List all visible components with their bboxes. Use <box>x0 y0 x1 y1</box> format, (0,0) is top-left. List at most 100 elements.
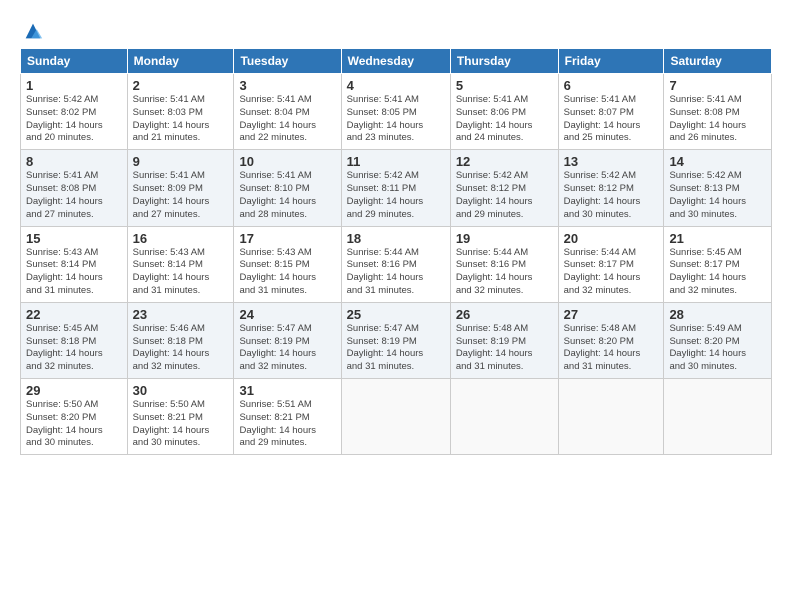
day-info: Sunrise: 5:48 AMSunset: 8:19 PMDaylight:… <box>456 323 553 374</box>
day-cell-29: 29Sunrise: 5:50 AMSunset: 8:20 PMDayligh… <box>21 379 128 455</box>
day-number: 30 <box>133 383 229 398</box>
day-number: 7 <box>669 78 766 93</box>
day-number: 6 <box>564 78 659 93</box>
day-cell-8: 8Sunrise: 5:41 AMSunset: 8:08 PMDaylight… <box>21 150 128 226</box>
day-cell-10: 10Sunrise: 5:41 AMSunset: 8:10 PMDayligh… <box>234 150 341 226</box>
weekday-header-thursday: Thursday <box>450 49 558 74</box>
day-cell-4: 4Sunrise: 5:41 AMSunset: 8:05 PMDaylight… <box>341 74 450 150</box>
day-number: 28 <box>669 307 766 322</box>
day-number: 18 <box>347 231 445 246</box>
day-number: 31 <box>239 383 335 398</box>
day-info: Sunrise: 5:42 AMSunset: 8:12 PMDaylight:… <box>564 170 659 221</box>
day-number: 1 <box>26 78 122 93</box>
day-cell-5: 5Sunrise: 5:41 AMSunset: 8:06 PMDaylight… <box>450 74 558 150</box>
logo <box>20 22 44 42</box>
day-cell-18: 18Sunrise: 5:44 AMSunset: 8:16 PMDayligh… <box>341 226 450 302</box>
day-cell-6: 6Sunrise: 5:41 AMSunset: 8:07 PMDaylight… <box>558 74 664 150</box>
day-cell-16: 16Sunrise: 5:43 AMSunset: 8:14 PMDayligh… <box>127 226 234 302</box>
day-number: 16 <box>133 231 229 246</box>
weekday-header-tuesday: Tuesday <box>234 49 341 74</box>
weekday-header-sunday: Sunday <box>21 49 128 74</box>
weekday-header-friday: Friday <box>558 49 664 74</box>
day-cell-9: 9Sunrise: 5:41 AMSunset: 8:09 PMDaylight… <box>127 150 234 226</box>
day-cell-27: 27Sunrise: 5:48 AMSunset: 8:20 PMDayligh… <box>558 302 664 378</box>
day-info: Sunrise: 5:41 AMSunset: 8:10 PMDaylight:… <box>239 170 335 221</box>
day-cell-17: 17Sunrise: 5:43 AMSunset: 8:15 PMDayligh… <box>234 226 341 302</box>
week-row-2: 8Sunrise: 5:41 AMSunset: 8:08 PMDaylight… <box>21 150 772 226</box>
day-info: Sunrise: 5:42 AMSunset: 8:02 PMDaylight:… <box>26 94 122 145</box>
day-number: 20 <box>564 231 659 246</box>
day-info: Sunrise: 5:41 AMSunset: 8:07 PMDaylight:… <box>564 94 659 145</box>
day-number: 22 <box>26 307 122 322</box>
weekday-header-monday: Monday <box>127 49 234 74</box>
day-info: Sunrise: 5:48 AMSunset: 8:20 PMDaylight:… <box>564 323 659 374</box>
day-number: 5 <box>456 78 553 93</box>
day-number: 10 <box>239 154 335 169</box>
day-cell-15: 15Sunrise: 5:43 AMSunset: 8:14 PMDayligh… <box>21 226 128 302</box>
day-number: 24 <box>239 307 335 322</box>
day-cell-21: 21Sunrise: 5:45 AMSunset: 8:17 PMDayligh… <box>664 226 772 302</box>
header-area <box>20 18 772 42</box>
day-info: Sunrise: 5:41 AMSunset: 8:08 PMDaylight:… <box>26 170 122 221</box>
day-info: Sunrise: 5:41 AMSunset: 8:08 PMDaylight:… <box>669 94 766 145</box>
day-number: 25 <box>347 307 445 322</box>
day-info: Sunrise: 5:43 AMSunset: 8:14 PMDaylight:… <box>133 247 229 298</box>
page: SundayMondayTuesdayWednesdayThursdayFrid… <box>0 0 792 465</box>
day-cell-26: 26Sunrise: 5:48 AMSunset: 8:19 PMDayligh… <box>450 302 558 378</box>
day-info: Sunrise: 5:43 AMSunset: 8:15 PMDaylight:… <box>239 247 335 298</box>
day-cell-7: 7Sunrise: 5:41 AMSunset: 8:08 PMDaylight… <box>664 74 772 150</box>
day-cell-31: 31Sunrise: 5:51 AMSunset: 8:21 PMDayligh… <box>234 379 341 455</box>
week-row-3: 15Sunrise: 5:43 AMSunset: 8:14 PMDayligh… <box>21 226 772 302</box>
day-info: Sunrise: 5:41 AMSunset: 8:05 PMDaylight:… <box>347 94 445 145</box>
empty-cell <box>450 379 558 455</box>
day-info: Sunrise: 5:47 AMSunset: 8:19 PMDaylight:… <box>347 323 445 374</box>
day-info: Sunrise: 5:50 AMSunset: 8:20 PMDaylight:… <box>26 399 122 450</box>
logo-icon <box>22 20 44 42</box>
day-cell-13: 13Sunrise: 5:42 AMSunset: 8:12 PMDayligh… <box>558 150 664 226</box>
week-row-5: 29Sunrise: 5:50 AMSunset: 8:20 PMDayligh… <box>21 379 772 455</box>
day-info: Sunrise: 5:41 AMSunset: 8:06 PMDaylight:… <box>456 94 553 145</box>
day-info: Sunrise: 5:44 AMSunset: 8:16 PMDaylight:… <box>456 247 553 298</box>
day-cell-12: 12Sunrise: 5:42 AMSunset: 8:12 PMDayligh… <box>450 150 558 226</box>
day-info: Sunrise: 5:42 AMSunset: 8:13 PMDaylight:… <box>669 170 766 221</box>
day-cell-23: 23Sunrise: 5:46 AMSunset: 8:18 PMDayligh… <box>127 302 234 378</box>
empty-cell <box>664 379 772 455</box>
day-cell-28: 28Sunrise: 5:49 AMSunset: 8:20 PMDayligh… <box>664 302 772 378</box>
week-row-4: 22Sunrise: 5:45 AMSunset: 8:18 PMDayligh… <box>21 302 772 378</box>
day-info: Sunrise: 5:45 AMSunset: 8:18 PMDaylight:… <box>26 323 122 374</box>
day-cell-1: 1Sunrise: 5:42 AMSunset: 8:02 PMDaylight… <box>21 74 128 150</box>
day-cell-25: 25Sunrise: 5:47 AMSunset: 8:19 PMDayligh… <box>341 302 450 378</box>
day-number: 23 <box>133 307 229 322</box>
day-info: Sunrise: 5:41 AMSunset: 8:03 PMDaylight:… <box>133 94 229 145</box>
day-info: Sunrise: 5:41 AMSunset: 8:09 PMDaylight:… <box>133 170 229 221</box>
day-number: 26 <box>456 307 553 322</box>
day-info: Sunrise: 5:45 AMSunset: 8:17 PMDaylight:… <box>669 247 766 298</box>
day-number: 8 <box>26 154 122 169</box>
empty-cell <box>558 379 664 455</box>
day-cell-20: 20Sunrise: 5:44 AMSunset: 8:17 PMDayligh… <box>558 226 664 302</box>
day-info: Sunrise: 5:44 AMSunset: 8:17 PMDaylight:… <box>564 247 659 298</box>
day-number: 12 <box>456 154 553 169</box>
day-number: 3 <box>239 78 335 93</box>
day-number: 29 <box>26 383 122 398</box>
day-info: Sunrise: 5:46 AMSunset: 8:18 PMDaylight:… <box>133 323 229 374</box>
day-number: 9 <box>133 154 229 169</box>
day-cell-22: 22Sunrise: 5:45 AMSunset: 8:18 PMDayligh… <box>21 302 128 378</box>
day-cell-11: 11Sunrise: 5:42 AMSunset: 8:11 PMDayligh… <box>341 150 450 226</box>
calendar: SundayMondayTuesdayWednesdayThursdayFrid… <box>20 48 772 455</box>
day-number: 27 <box>564 307 659 322</box>
empty-cell <box>341 379 450 455</box>
day-cell-3: 3Sunrise: 5:41 AMSunset: 8:04 PMDaylight… <box>234 74 341 150</box>
day-number: 17 <box>239 231 335 246</box>
day-cell-24: 24Sunrise: 5:47 AMSunset: 8:19 PMDayligh… <box>234 302 341 378</box>
day-number: 14 <box>669 154 766 169</box>
weekday-header-row: SundayMondayTuesdayWednesdayThursdayFrid… <box>21 49 772 74</box>
day-number: 21 <box>669 231 766 246</box>
day-info: Sunrise: 5:42 AMSunset: 8:12 PMDaylight:… <box>456 170 553 221</box>
day-info: Sunrise: 5:50 AMSunset: 8:21 PMDaylight:… <box>133 399 229 450</box>
day-info: Sunrise: 5:49 AMSunset: 8:20 PMDaylight:… <box>669 323 766 374</box>
day-info: Sunrise: 5:41 AMSunset: 8:04 PMDaylight:… <box>239 94 335 145</box>
day-number: 11 <box>347 154 445 169</box>
week-row-1: 1Sunrise: 5:42 AMSunset: 8:02 PMDaylight… <box>21 74 772 150</box>
day-info: Sunrise: 5:43 AMSunset: 8:14 PMDaylight:… <box>26 247 122 298</box>
